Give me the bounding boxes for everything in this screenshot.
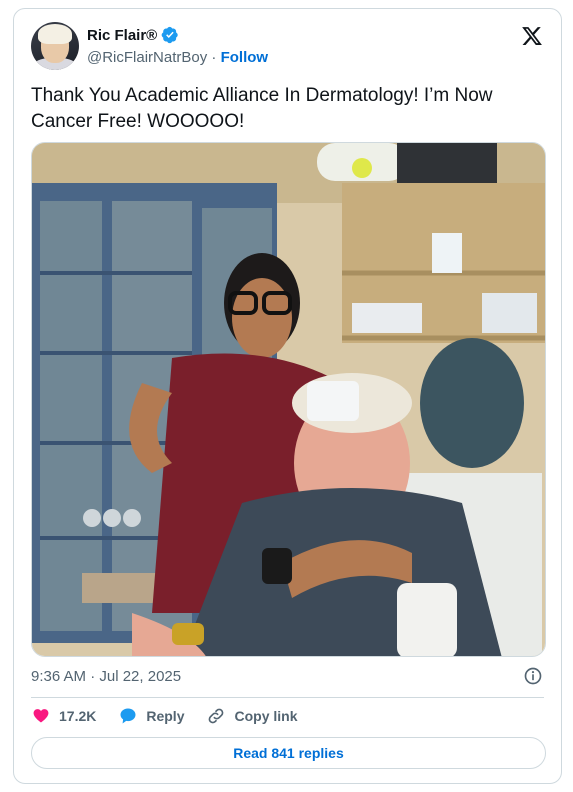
read-replies-button[interactable]: Read 841 replies	[31, 737, 546, 769]
author-handle[interactable]: @RicFlairNatrBoy	[87, 49, 207, 66]
tweet-card: Ric Flair® @RicFlairNatrBoy · Follow Tha…	[13, 8, 562, 784]
x-logo-icon[interactable]	[521, 25, 543, 47]
reply-button[interactable]: Reply	[118, 706, 184, 726]
author-handle-row: @RicFlairNatrBoy · Follow	[87, 49, 268, 66]
like-button[interactable]: 17.2K	[31, 706, 96, 726]
tweet-actions: 17.2K Reply Copy link	[31, 706, 320, 726]
avatar-hair	[38, 24, 72, 44]
verified-badge-icon	[161, 26, 178, 44]
heart-icon	[33, 709, 49, 723]
tweet-photo[interactable]	[31, 142, 546, 657]
info-icon[interactable]	[523, 666, 543, 686]
actions-divider	[31, 697, 544, 698]
follow-button[interactable]: Follow	[221, 49, 269, 66]
reply-label: Reply	[146, 708, 185, 724]
author-avatar[interactable]	[31, 22, 79, 70]
photo-illustration	[32, 143, 545, 656]
author-name[interactable]: Ric Flair®	[87, 27, 157, 44]
link-icon	[209, 708, 224, 724]
copy-link-label: Copy link	[234, 708, 298, 724]
author-name-row: Ric Flair®	[87, 26, 179, 44]
reply-bubble-icon	[120, 708, 136, 724]
tweet-text: Thank You Academic Alliance In Dermatolo…	[31, 85, 493, 132]
copy-link-button[interactable]: Copy link	[206, 706, 298, 726]
likes-count: 17.2K	[59, 708, 97, 724]
handle-separator: ·	[211, 49, 217, 66]
tweet-timestamp[interactable]: 9:36 AM · Jul 22, 2025	[31, 668, 181, 685]
